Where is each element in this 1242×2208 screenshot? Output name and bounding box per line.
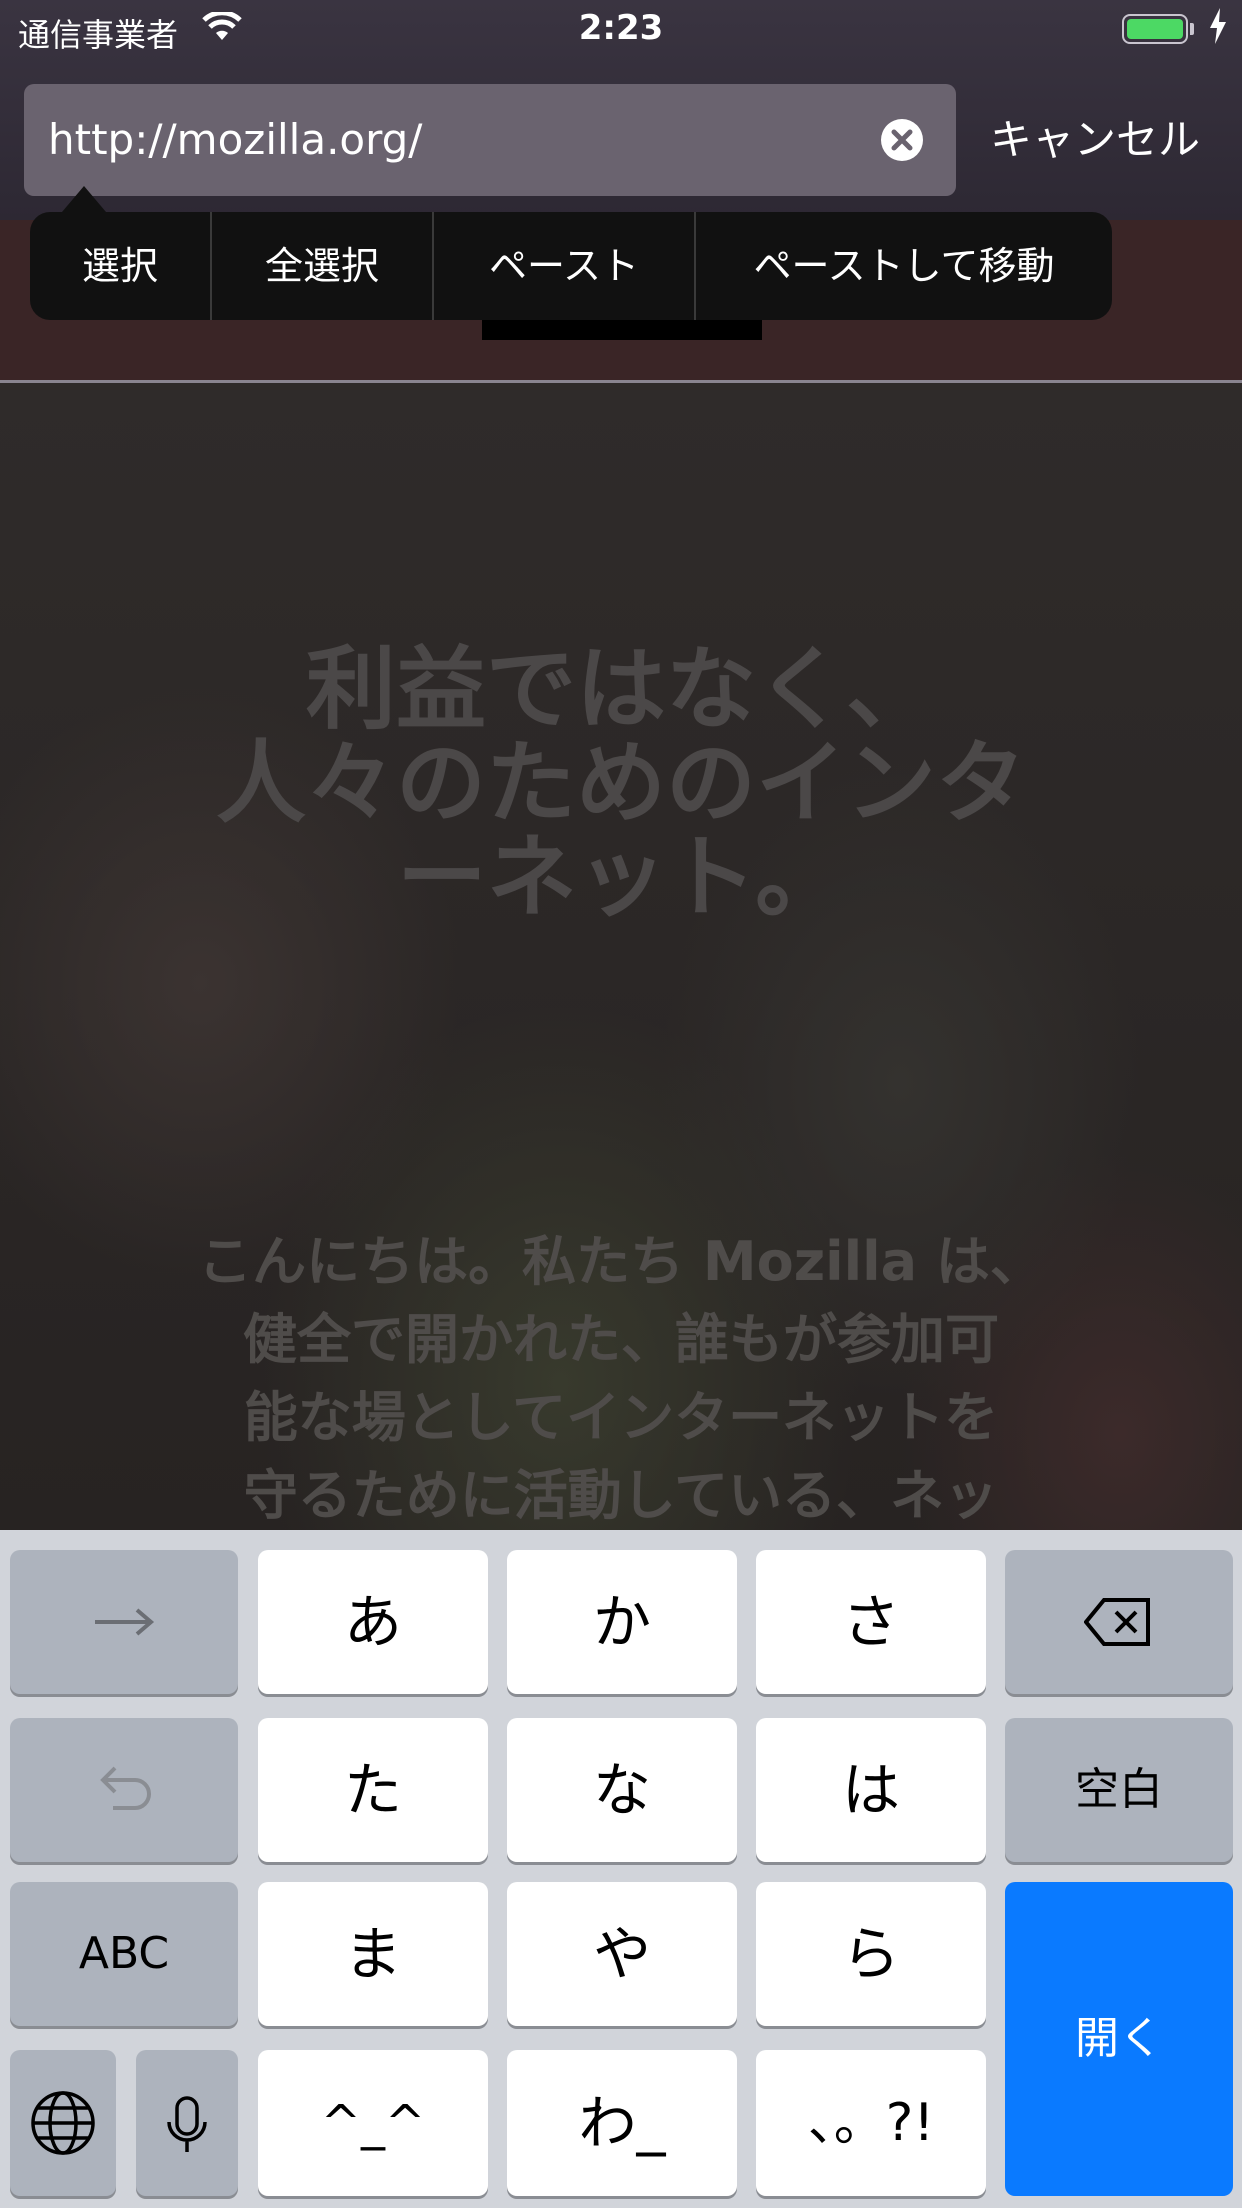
- select-menu-item[interactable]: 選択: [30, 212, 210, 320]
- kana-key-ha[interactable]: は: [756, 1718, 986, 1862]
- hero-body: こんにちは。私たち Mozilla は、 健全で開かれた、誰もが参加可 能な場として…: [0, 1223, 1242, 1530]
- kana-key-ma[interactable]: ま: [258, 1882, 488, 2026]
- undo-key[interactable]: [10, 1718, 238, 1862]
- next-candidate-key[interactable]: [10, 1550, 238, 1694]
- japanese-kana-keyboard: あ か さ た な は 空白 ABC ま や ら 開く ^_^ わ_ 、。?!: [0, 1530, 1242, 2208]
- status-bar: 通信事業者 2:23: [0, 0, 1242, 60]
- kana-key-sa[interactable]: さ: [756, 1550, 986, 1694]
- hero-title-line: 利益ではなく、: [306, 637, 936, 742]
- url-text[interactable]: http://mozilla.org/: [48, 84, 422, 196]
- battery-icon: [1122, 14, 1188, 44]
- kana-key-ta[interactable]: た: [258, 1718, 488, 1862]
- kana-key-ya[interactable]: や: [507, 1882, 737, 2026]
- microphone-icon: [167, 2096, 207, 2152]
- hero-body-line: 健全で開かれた、誰もが参加可: [243, 1308, 999, 1371]
- battery-nub: [1190, 23, 1194, 35]
- web-content: 利益ではなく、 人々のためのインタ ーネット。 こんにちは。私たち Mozilla …: [0, 383, 1242, 1530]
- delete-icon: [1083, 1598, 1150, 1646]
- arrow-right-icon: [95, 1608, 155, 1636]
- charging-icon: [1208, 8, 1228, 52]
- kana-key-a[interactable]: あ: [258, 1550, 488, 1694]
- emoticon-key[interactable]: ^_^: [258, 2050, 488, 2196]
- delete-key[interactable]: [1005, 1550, 1233, 1694]
- hero-body-line: 能な場としてインターネットを: [243, 1386, 999, 1449]
- clock: 2:23: [578, 8, 664, 48]
- paste-menu-item[interactable]: ペースト: [434, 212, 694, 320]
- kana-key-ra[interactable]: ら: [756, 1882, 986, 2026]
- kana-key-wa[interactable]: わ_: [507, 2050, 737, 2196]
- kana-key-ka[interactable]: か: [507, 1550, 737, 1694]
- dictation-key[interactable]: [136, 2050, 238, 2196]
- hero-body-line: こんにちは。私たち Mozilla は、: [198, 1230, 1044, 1293]
- abc-key[interactable]: ABC: [10, 1882, 238, 2026]
- clear-url-button[interactable]: [880, 118, 924, 162]
- globe-key[interactable]: [10, 2050, 116, 2196]
- punctuation-key[interactable]: 、。?!: [756, 2050, 986, 2196]
- globe-icon: [31, 2091, 95, 2155]
- space-key[interactable]: 空白: [1005, 1718, 1233, 1862]
- select-all-menu-item[interactable]: 全選択: [212, 212, 432, 320]
- kana-key-na[interactable]: な: [507, 1718, 737, 1862]
- paste-and-go-menu-item[interactable]: ペーストして移動: [696, 212, 1112, 320]
- hero-title-line: ーネット。: [396, 825, 846, 930]
- hero-title: 利益ではなく、 人々のためのインタ ーネット。: [0, 643, 1242, 925]
- hero-body-line: 守るために活動している、ネッ: [243, 1464, 999, 1527]
- hero-title-line: 人々のためのインタ: [216, 731, 1026, 836]
- callout-arrow: [62, 186, 106, 212]
- clear-icon: [881, 119, 923, 161]
- undo-icon: [100, 1766, 151, 1810]
- cancel-button[interactable]: キャンセル: [990, 84, 1200, 196]
- edit-menu: 選択 全選択 ペースト ペーストして移動: [30, 212, 1112, 320]
- open-return-key[interactable]: 開く: [1005, 1882, 1233, 2196]
